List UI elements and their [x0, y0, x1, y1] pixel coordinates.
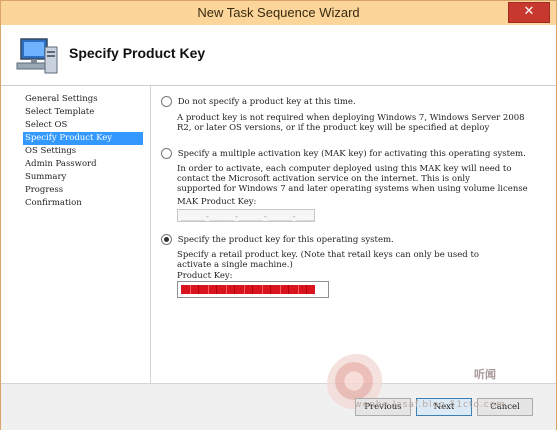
retail-desc-line: Specify a retail product key. (Note that…: [177, 250, 479, 260]
sidebar-item-select-template: Select Template: [25, 107, 95, 117]
no-key-description: A product key is not required when deplo…: [177, 113, 547, 133]
product-key-field-label: Product Key:: [177, 271, 233, 281]
mak-key-radio[interactable]: [161, 148, 172, 159]
main-content: Do not specify a product key at this tim…: [151, 86, 556, 383]
mak-key-label: Specify a multiple activation key (MAK k…: [177, 148, 526, 159]
option-retail-key[interactable]: Specify the product key for this operati…: [161, 234, 394, 245]
mak-key-field-label: MAK Product Key:: [177, 197, 257, 207]
window-title: New Task Sequence Wizard: [197, 5, 360, 20]
no-key-radio[interactable]: [161, 96, 172, 107]
page-title: Specify Product Key: [69, 45, 206, 61]
sidebar-item-os-settings: OS Settings: [25, 146, 77, 156]
retail-desc-line: activate a single machine.): [177, 260, 293, 270]
sidebar-item-admin-password: Admin Password: [25, 159, 97, 169]
sidebar-item-specify-product-key: Specify Product Key: [23, 132, 143, 145]
sidebar-item-progress: Progress: [25, 185, 64, 195]
page-header: Specify Product Key: [1, 25, 556, 86]
watermark-text: 听闻: [474, 368, 496, 381]
sidebar-item-select-os: Select OS: [25, 120, 68, 130]
product-key-input[interactable]: [177, 281, 329, 298]
close-icon: ✕: [523, 4, 535, 19]
watermark-url: wenbo.lasaf.blog.51cto.com: [354, 400, 506, 410]
sidebar-item-confirmation: Confirmation: [25, 198, 82, 208]
wizard-window: New Task Sequence Wizard ✕ Specify Produ…: [0, 0, 557, 430]
retail-key-radio[interactable]: [161, 234, 172, 245]
option-mak-key[interactable]: Specify a multiple activation key (MAK k…: [161, 148, 526, 159]
retail-key-description: Specify a retail product key. (Note that…: [177, 250, 547, 270]
wizard-footer: 听闻 Previous Next Cancel wenbo.lasaf.blog…: [1, 354, 556, 430]
mak-key-input[interactable]: _____-_____-_____-_____-_____: [177, 209, 315, 222]
no-key-label: Do not specify a product key at this tim…: [177, 96, 356, 107]
redacted-key-value: [181, 285, 315, 294]
wizard-steps-sidebar: General Settings Select Template Select …: [1, 86, 151, 383]
title-bar[interactable]: New Task Sequence Wizard ✕: [1, 1, 556, 25]
close-button[interactable]: ✕: [508, 2, 550, 23]
mak-desc-line: In order to activate, each computer depl…: [177, 164, 512, 174]
no-key-desc-line: R2, or later OS versions, or if the prod…: [177, 123, 490, 133]
no-key-desc-line: A product key is not required when deplo…: [177, 113, 525, 123]
mak-key-description: In order to activate, each computer depl…: [177, 164, 547, 194]
sidebar-item-general-settings: General Settings: [25, 94, 98, 104]
retail-key-label: Specify the product key for this operati…: [177, 234, 394, 245]
mak-desc-line: contact the Microsoft activation service…: [177, 174, 470, 184]
computer-icon: [16, 38, 58, 74]
option-no-key[interactable]: Do not specify a product key at this tim…: [161, 96, 356, 107]
mak-desc-line: supported for Windows 7 and later operat…: [177, 184, 528, 194]
sidebar-item-summary: Summary: [25, 172, 67, 182]
